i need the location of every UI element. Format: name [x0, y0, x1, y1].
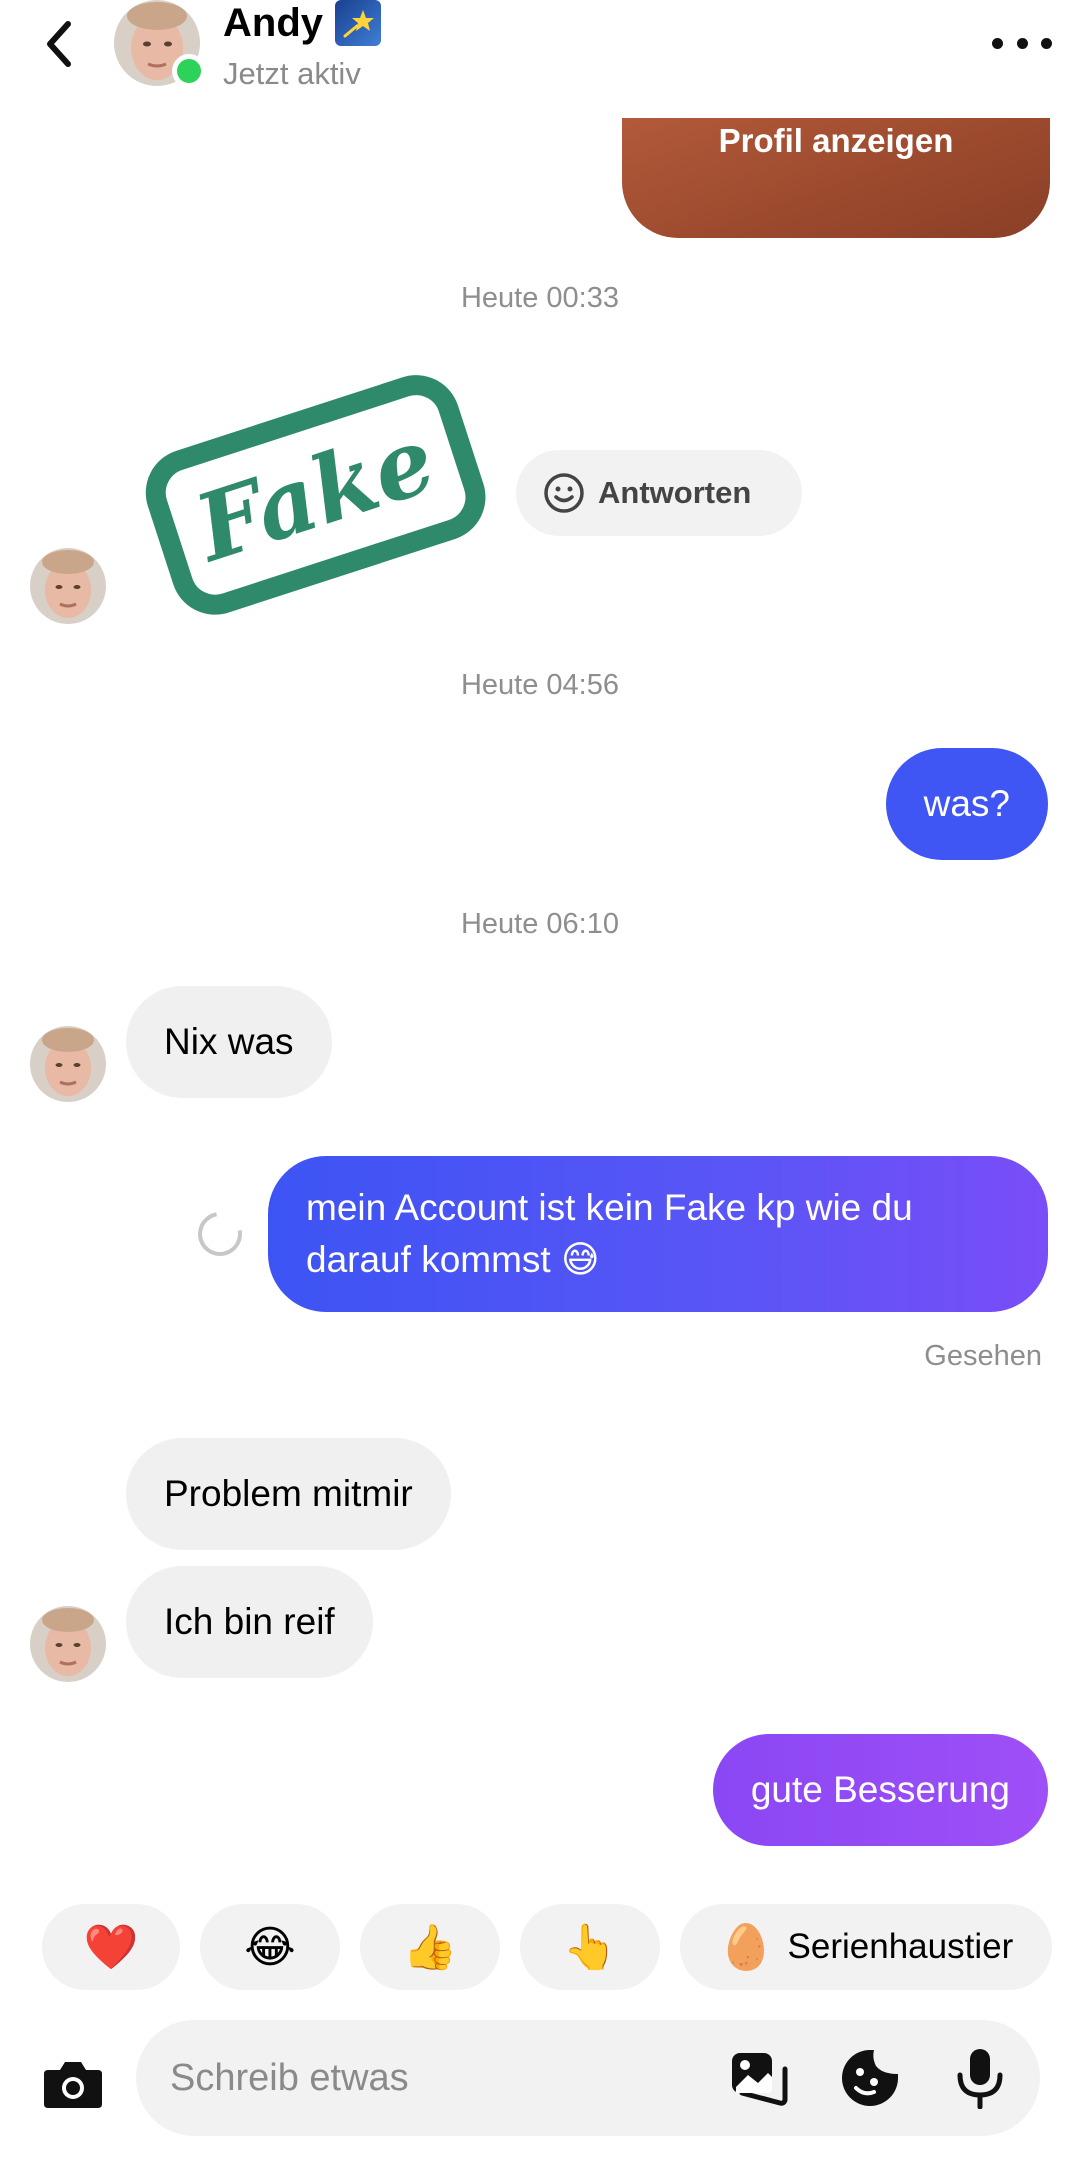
more-horizontal-icon	[992, 37, 1003, 49]
quick-reactions: ❤️ 😂 👍 👆 🥚 Serienhaustier	[42, 1904, 1080, 1990]
chevron-left-icon	[47, 21, 71, 67]
gallery-icon	[732, 2053, 788, 2106]
contact-name[interactable]: Andy	[223, 0, 381, 46]
contact-name-text: Andy	[223, 0, 323, 45]
sending-spinner-icon	[189, 1203, 251, 1265]
sticker-button[interactable]	[838, 2046, 902, 2110]
pointing-up-emoji-icon: 👆	[562, 1923, 618, 1972]
message-text: Problem mitmir	[164, 1473, 413, 1514]
message-text: gute Besserung	[750, 1769, 1010, 1810]
incoming-message[interactable]: Problem mitmir	[126, 1438, 451, 1550]
timestamp: Heute 04:56	[460, 669, 619, 701]
camera-icon	[44, 2062, 102, 2108]
reaction-thumbs-up[interactable]: 👍	[360, 1904, 500, 1990]
incoming-message[interactable]: Ich bin reif	[126, 1566, 373, 1678]
microphone-icon	[957, 2049, 1003, 2109]
gallery-button[interactable]	[726, 2046, 790, 2110]
message-input[interactable]	[170, 2048, 710, 2108]
more-options-button[interactable]	[992, 28, 1052, 58]
tears-of-joy-emoji-icon: 😂	[244, 1922, 296, 1972]
avatar[interactable]	[30, 548, 106, 624]
sticker-text: Fake	[181, 405, 448, 583]
avatar[interactable]	[30, 1026, 106, 1102]
shared-profile-card[interactable]: Profil anzeigen	[622, 116, 1050, 238]
view-profile-label: Profil anzeigen	[718, 122, 954, 159]
header-avatar[interactable]	[114, 0, 206, 88]
reaction-point-up[interactable]: 👆	[520, 1904, 660, 1990]
egg-emoji-icon: 🥚	[718, 1923, 774, 1972]
chat-header: Andy Jetzt aktiv	[0, 0, 1080, 118]
fake-stamp-sticker[interactable]: Fake	[140, 368, 490, 618]
camera-button[interactable]	[38, 2048, 108, 2118]
contact-status: Jetzt aktiv	[223, 56, 361, 91]
avatar[interactable]	[30, 1606, 106, 1682]
outgoing-message[interactable]: mein Account ist kein Fake kp wie du dar…	[268, 1156, 1048, 1312]
outgoing-message[interactable]: was?	[885, 748, 1048, 860]
message-composer	[0, 2020, 1080, 2140]
incoming-message[interactable]: Nix was	[126, 986, 332, 1098]
reply-label: Antworten	[598, 475, 752, 510]
reaction-laugh[interactable]: 😂	[200, 1904, 340, 1990]
message-text: was?	[923, 783, 1010, 824]
shooting-star-emoji-icon	[335, 0, 381, 46]
message-text: Nix was	[164, 1021, 294, 1062]
reaction-serienhaustier[interactable]: 🥚 Serienhaustier	[680, 1904, 1052, 1990]
message-input-box[interactable]	[136, 2020, 1040, 2136]
outgoing-message[interactable]: gute Besserung	[712, 1734, 1048, 1846]
sticker-icon	[842, 2050, 898, 2106]
message-text: mein Account ist kein Fake kp wie du dar…	[306, 1187, 913, 1280]
online-indicator	[172, 54, 206, 88]
message-text: Ich bin reif	[164, 1601, 335, 1642]
reply-button[interactable]: Antworten	[516, 450, 802, 536]
reaction-label: Serienhaustier	[787, 1927, 1014, 1966]
timestamp: Heute 00:33	[460, 282, 619, 314]
thumbs-up-emoji-icon: 👍	[402, 1923, 458, 1972]
microphone-button[interactable]	[948, 2046, 1012, 2110]
dot	[1041, 37, 1052, 49]
timestamp: Heute 06:10	[460, 908, 619, 940]
smiley-icon	[544, 473, 584, 513]
back-button[interactable]	[34, 14, 84, 74]
dot	[1016, 37, 1028, 49]
red-heart-emoji-icon: ❤️	[83, 1923, 139, 1972]
reaction-heart[interactable]: ❤️	[42, 1904, 180, 1990]
seen-indicator: Gesehen	[924, 1340, 1042, 1372]
